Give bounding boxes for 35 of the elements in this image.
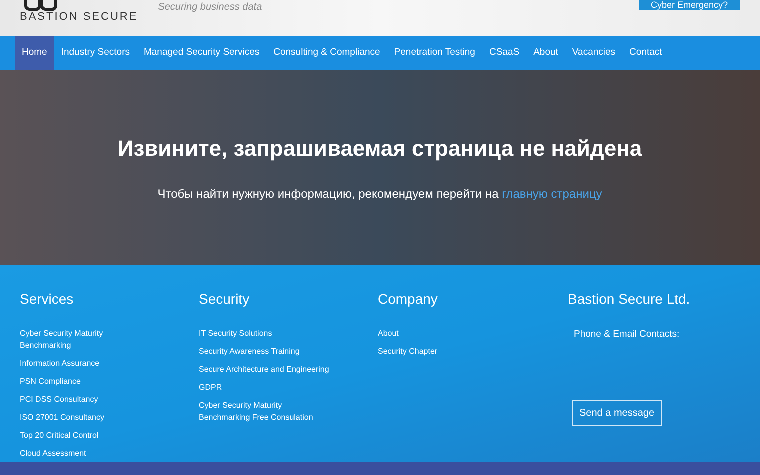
footer-link[interactable]: PSN Compliance <box>20 376 155 388</box>
nav-link[interactable]: Contact <box>622 36 670 70</box>
logo-text: BASTION SECURE <box>20 12 138 23</box>
footer-link[interactable]: About <box>378 328 513 340</box>
footer-heading: Bastion Secure Ltd. <box>568 290 690 309</box>
footer-link[interactable]: Secure Architecture and Engineering <box>199 364 334 376</box>
footer-heading: Services <box>20 290 75 309</box>
send-message-button[interactable]: Send a message <box>572 400 662 426</box>
tagline: Securing business data <box>158 1 262 15</box>
error-message: Чтобы найти нужную информацию, рекомендуем перейти на главную страницу <box>158 186 602 203</box>
footer-link[interactable]: Cloud Assessment <box>20 448 155 460</box>
footer-link[interactable]: Security Awareness Training <box>199 346 334 358</box>
nav-link[interactable]: Penetration Testing <box>387 36 482 70</box>
emergency-button[interactable]: Cyber Emergency? <box>638 0 740 10</box>
nav-link[interactable]: Consulting & Compliance <box>266 36 388 70</box>
footer-link[interactable]: Top 20 Critical Control <box>20 430 155 442</box>
footer-link[interactable]: Cyber Security Maturity Benchmarking Free Consulation <box>199 400 334 424</box>
nav-link[interactable]: Vacancies <box>565 36 623 70</box>
nav-link[interactable]: CSaaS <box>482 36 527 70</box>
footer-link[interactable]: IT Security Solutions <box>199 328 334 340</box>
footer-link[interactable]: Cyber Security Maturity Benchmarking <box>20 328 155 352</box>
nav-link[interactable]: Home <box>15 36 54 70</box>
error-title: Извините, запрашиваемая страница не найдена <box>118 135 642 163</box>
nav-link[interactable]: About <box>526 36 566 70</box>
home-page-link[interactable]: главную страницу <box>502 187 602 201</box>
footer-link[interactable]: Information Assurance <box>20 358 155 370</box>
contacts-label: Phone & Email Contacts: <box>574 328 681 342</box>
footer-link[interactable]: GDPR <box>199 382 334 394</box>
footer-link[interactable]: PCI DSS Consultancy <box>20 394 155 406</box>
nav-link[interactable]: Industry Sectors <box>54 36 137 70</box>
footer-link[interactable]: ISO 27001 Consultancy <box>20 412 155 424</box>
nav-link[interactable]: Managed Security Services <box>136 36 267 70</box>
footer-link[interactable]: Security Chapter <box>378 346 513 358</box>
footer-heading: Company <box>378 290 439 309</box>
footer-heading: Security <box>199 290 251 309</box>
